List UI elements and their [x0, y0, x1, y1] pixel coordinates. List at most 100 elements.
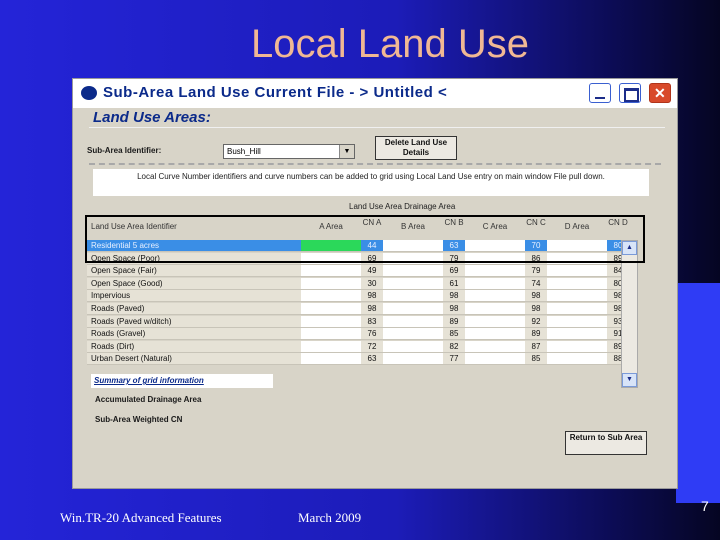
land-use-name-cell[interactable]: Urban Desert (Natural) [87, 353, 301, 366]
area-cell[interactable] [465, 328, 525, 341]
area-cell[interactable] [383, 303, 443, 315]
cn-cell[interactable]: 85 [443, 328, 465, 341]
table-row[interactable]: Impervious 98 98 98 98 [87, 290, 641, 303]
land-use-name-cell[interactable]: Roads (Paved w/ditch) [87, 315, 301, 328]
area-cell[interactable] [301, 252, 361, 265]
cn-cell[interactable]: 82 [443, 340, 465, 353]
area-cell[interactable] [301, 353, 361, 366]
land-use-name-cell[interactable]: Roads (Dirt) [87, 340, 301, 353]
table-row[interactable]: Urban Desert (Natural) 63 77 85 88 [87, 353, 641, 366]
area-cell[interactable] [383, 290, 443, 303]
area-cell[interactable] [465, 265, 525, 278]
area-cell[interactable] [465, 353, 525, 366]
area-cell[interactable] [547, 303, 607, 315]
area-cell[interactable] [301, 315, 361, 328]
land-use-name-cell[interactable]: Roads (Gravel) [87, 328, 301, 341]
area-cell[interactable] [465, 277, 525, 290]
cn-cell[interactable]: 72 [361, 340, 383, 353]
area-cell[interactable] [547, 265, 607, 278]
scroll-up-icon[interactable]: ▲ [622, 241, 637, 255]
cn-cell[interactable]: 44 [361, 240, 383, 252]
area-cell[interactable] [547, 240, 607, 252]
cn-cell[interactable]: 89 [443, 315, 465, 328]
area-cell[interactable] [465, 290, 525, 303]
cn-cell[interactable]: 63 [361, 353, 383, 366]
sub-area-select[interactable]: Bush_Hill ▼ [223, 144, 355, 159]
table-row[interactable]: Open Space (Fair) 49 69 79 84 [87, 265, 641, 278]
cn-cell[interactable]: 74 [525, 277, 547, 290]
table-row[interactable]: Roads (Paved w/ditch) 83 89 92 93 [87, 315, 641, 329]
table-row[interactable]: Roads (Paved) 98 98 98 98 [87, 303, 641, 316]
area-cell[interactable] [547, 353, 607, 366]
area-cell[interactable] [383, 328, 443, 341]
cn-cell[interactable]: 98 [361, 303, 383, 315]
land-use-name-cell[interactable]: Roads (Paved) [87, 303, 301, 315]
area-cell[interactable] [383, 315, 443, 328]
cn-cell[interactable]: 98 [361, 290, 383, 303]
area-cell[interactable] [465, 240, 525, 252]
summary-link[interactable]: Summary of grid information [91, 374, 273, 388]
area-cell[interactable] [465, 340, 525, 353]
land-use-name-cell[interactable]: Impervious [87, 290, 301, 303]
scroll-down-icon[interactable]: ▼ [622, 373, 637, 387]
area-cell[interactable] [547, 277, 607, 290]
table-row[interactable]: Open Space (Poor) 69 79 86 89 [87, 252, 641, 266]
cn-cell[interactable]: 61 [443, 277, 465, 290]
land-use-name-cell[interactable]: Open Space (Poor) [87, 252, 301, 265]
cn-cell[interactable]: 63 [443, 240, 465, 252]
cn-cell[interactable]: 92 [525, 315, 547, 328]
area-cell[interactable] [547, 252, 607, 265]
cn-cell[interactable]: 98 [525, 303, 547, 315]
land-use-name-cell[interactable]: Open Space (Good) [87, 277, 301, 290]
cn-cell[interactable]: 83 [361, 315, 383, 328]
cn-cell[interactable]: 86 [525, 252, 547, 265]
area-cell[interactable] [547, 328, 607, 341]
area-cell[interactable] [547, 290, 607, 303]
grid-scrollbar[interactable]: ▲ ▼ [621, 240, 638, 388]
cn-cell[interactable]: 98 [443, 303, 465, 315]
cn-cell[interactable]: 49 [361, 265, 383, 278]
area-cell[interactable] [465, 252, 525, 265]
area-cell[interactable] [383, 252, 443, 265]
land-use-name-cell[interactable]: Open Space (Fair) [87, 265, 301, 278]
cn-cell[interactable]: 70 [525, 240, 547, 252]
cn-cell[interactable]: 69 [361, 252, 383, 265]
cn-cell[interactable]: 79 [525, 265, 547, 278]
cn-cell[interactable]: 30 [361, 277, 383, 290]
maximize-button[interactable] [619, 83, 641, 103]
cn-cell[interactable]: 69 [443, 265, 465, 278]
close-button[interactable] [649, 83, 671, 103]
cn-cell[interactable]: 76 [361, 328, 383, 341]
cn-cell[interactable]: 98 [525, 290, 547, 303]
area-cell[interactable] [301, 290, 361, 303]
area-cell[interactable] [465, 315, 525, 328]
cn-cell[interactable]: 85 [525, 353, 547, 366]
area-cell[interactable] [383, 353, 443, 366]
table-row[interactable]: Open Space (Good) 30 61 74 80 [87, 277, 641, 291]
area-cell[interactable] [383, 277, 443, 290]
cn-cell[interactable]: 77 [443, 353, 465, 366]
area-cell[interactable] [547, 315, 607, 328]
area-cell[interactable] [301, 340, 361, 353]
cn-cell[interactable]: 87 [525, 340, 547, 353]
area-cell[interactable] [383, 265, 443, 278]
cn-cell[interactable]: 98 [443, 290, 465, 303]
area-cell[interactable] [547, 340, 607, 353]
area-cell[interactable] [383, 240, 443, 252]
area-cell[interactable] [301, 265, 361, 278]
cn-cell[interactable]: 79 [443, 252, 465, 265]
table-row[interactable]: Residential 5 acres 44 63 70 80 [87, 240, 641, 253]
return-to-sub-area-button[interactable]: Return to Sub Area [565, 431, 647, 455]
area-cell[interactable] [301, 240, 361, 252]
area-cell[interactable] [301, 328, 361, 341]
table-row[interactable]: Roads (Dirt) 72 82 87 89 [87, 340, 641, 354]
area-cell[interactable] [301, 277, 361, 290]
minimize-button[interactable] [589, 83, 611, 103]
area-cell[interactable] [465, 303, 525, 315]
delete-land-use-button[interactable]: Delete Land Use Details [375, 136, 457, 160]
land-use-name-cell[interactable]: Residential 5 acres [87, 240, 301, 252]
area-cell[interactable] [301, 303, 361, 315]
table-row[interactable]: Roads (Gravel) 76 85 89 91 [87, 328, 641, 341]
chevron-down-icon[interactable]: ▼ [339, 145, 354, 158]
area-cell[interactable] [383, 340, 443, 353]
